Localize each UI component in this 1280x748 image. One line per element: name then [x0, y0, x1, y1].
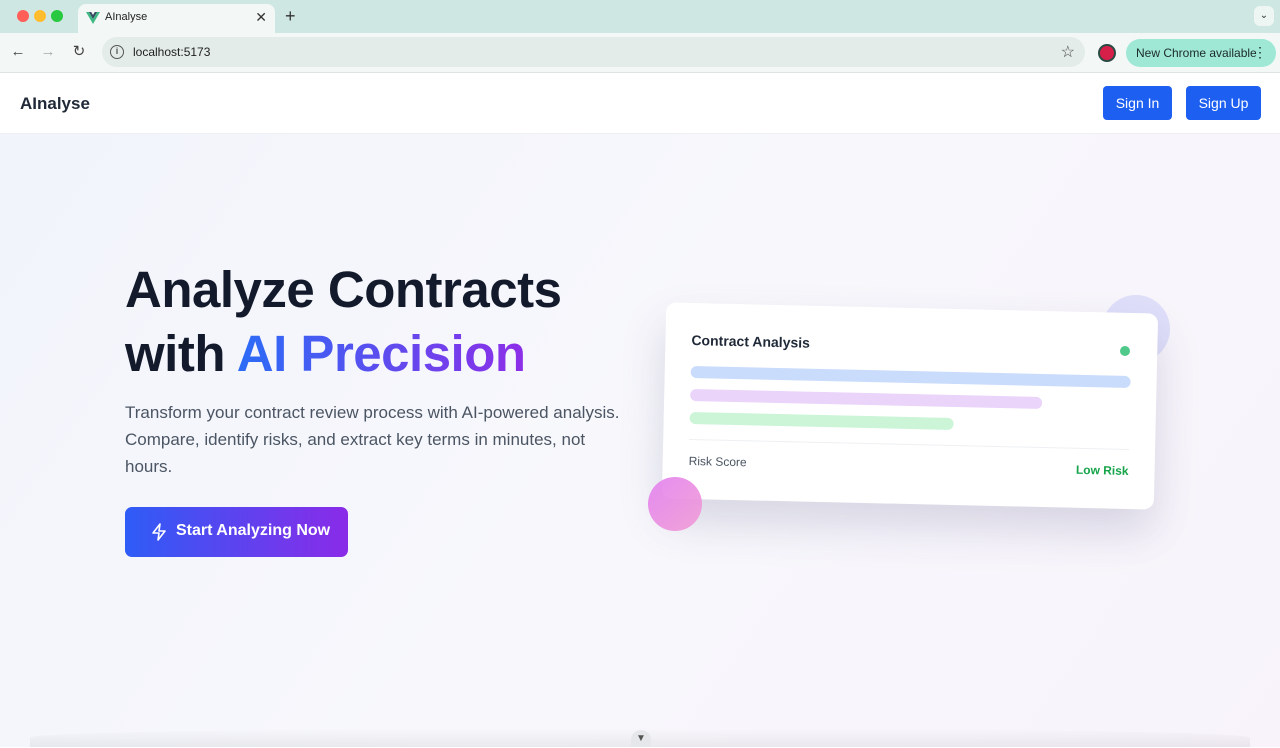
- sign-up-button[interactable]: Sign Up: [1186, 86, 1261, 120]
- browser-tab-bar: AInalyse ✕ + ⌄: [0, 0, 1280, 33]
- tab-close-icon[interactable]: ✕: [255, 9, 267, 25]
- browser-tab[interactable]: AInalyse ✕: [78, 4, 275, 33]
- start-analyzing-button[interactable]: Start Analyzing Now: [125, 507, 348, 557]
- bookmark-star-icon[interactable]: ☆: [1061, 42, 1075, 62]
- contract-analysis-card: Contract Analysis Risk Score Low Risk: [661, 302, 1159, 510]
- window-minimize-button[interactable]: [34, 10, 46, 22]
- risk-score-label: Risk Score: [688, 453, 747, 470]
- address-bar[interactable]: i localhost:5173 ☆: [102, 37, 1085, 67]
- skeleton-bar-green: [689, 412, 954, 430]
- headline-with: with: [125, 325, 237, 382]
- profile-avatar-icon[interactable]: [1098, 44, 1116, 62]
- chrome-update-label: New Chrome available: [1136, 46, 1257, 60]
- site-info-icon[interactable]: i: [110, 45, 124, 59]
- decorative-green-dot: [1120, 346, 1130, 356]
- forward-arrow-icon[interactable]: →: [38, 42, 58, 62]
- skeleton-bar-blue: [690, 366, 1131, 388]
- brand-logo[interactable]: AInalyse: [20, 94, 90, 114]
- headline-accent: AI Precision: [236, 325, 526, 382]
- headline-line-1: Analyze Contracts: [125, 261, 562, 318]
- lightning-icon: [152, 523, 166, 541]
- app-header: AInalyse: [0, 73, 1280, 134]
- hero-subtext: Transform your contract review process w…: [125, 403, 620, 476]
- window-zoom-button[interactable]: [51, 10, 63, 22]
- hero-headline: Analyze Contracts with AI Precision: [125, 258, 562, 386]
- tab-search-chevron-icon[interactable]: ⌄: [1254, 6, 1274, 26]
- reload-icon[interactable]: ↻: [69, 42, 89, 62]
- sign-in-button[interactable]: Sign In: [1103, 86, 1172, 120]
- skeleton-bar-purple: [690, 389, 1043, 409]
- window-close-button[interactable]: [17, 10, 29, 22]
- back-arrow-icon[interactable]: ←: [8, 42, 28, 62]
- decorative-circle-pink: [648, 477, 702, 531]
- chrome-update-button[interactable]: New Chrome available ⋮: [1126, 39, 1276, 67]
- cta-label: Start Analyzing Now: [176, 522, 331, 539]
- new-tab-icon[interactable]: +: [285, 6, 296, 26]
- headline-line-2: with AI Precision: [125, 322, 561, 386]
- more-menu-icon[interactable]: ⋮: [1253, 44, 1267, 60]
- card-title: Contract Analysis: [691, 332, 811, 351]
- url-text[interactable]: localhost:5173: [133, 45, 210, 59]
- tab-title: AInalyse: [105, 11, 148, 23]
- browser-toolbar: ← → ↻ i localhost:5173 ☆: [0, 33, 1280, 73]
- risk-score-value: Low Risk: [1075, 462, 1129, 478]
- vue-favicon-icon: [86, 12, 100, 24]
- card-divider: [689, 438, 1130, 450]
- scroll-down-chevron-icon[interactable]: ▼: [631, 730, 651, 747]
